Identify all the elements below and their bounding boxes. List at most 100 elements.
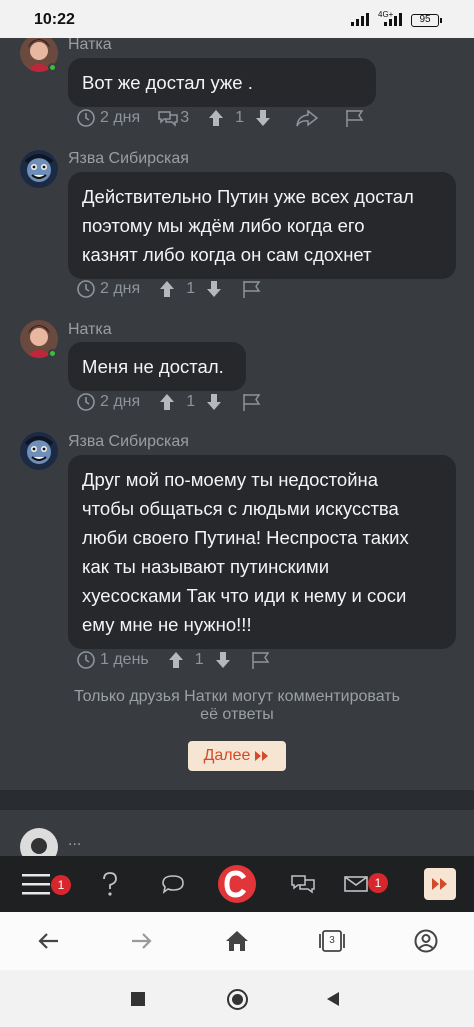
- comment-time: 2 дня: [76, 108, 140, 128]
- share-icon: [296, 109, 319, 127]
- clock-icon: [77, 651, 95, 669]
- upvote-button[interactable]: [158, 392, 176, 412]
- comment-time: 2 дня: [76, 279, 140, 299]
- report-button[interactable]: [241, 392, 263, 412]
- home-logo-button[interactable]: [216, 856, 258, 912]
- double-arrow-right-icon: [255, 751, 269, 761]
- site-logo-icon: [218, 865, 256, 903]
- fast-forward-button[interactable]: [423, 856, 457, 912]
- comment-bubble: Друг мой по-моему ты недостойна чтобы об…: [68, 455, 456, 649]
- comment-actions: 2 дня 3 1: [76, 105, 376, 131]
- account-icon: [414, 929, 438, 953]
- comment-text-line: ему мне не нужно!!!: [82, 614, 252, 635]
- comment-time: 1 день: [76, 650, 149, 670]
- comment-bubble: Вот же достал уже .: [68, 58, 376, 107]
- upvote-button[interactable]: [158, 279, 176, 299]
- profile-button[interactable]: [408, 912, 444, 970]
- more-button-label: Далее: [203, 747, 251, 764]
- comment-bubble: Меня не достал.: [68, 342, 246, 391]
- arrow-down-icon: [207, 394, 222, 410]
- online-indicator: [48, 63, 57, 72]
- avatar[interactable]: [20, 432, 58, 470]
- avatar[interactable]: [20, 150, 58, 188]
- status-time: 10:22: [34, 11, 75, 28]
- comment-author[interactable]: Натка: [68, 38, 112, 54]
- fast-forward-box: [424, 868, 456, 900]
- questions-button[interactable]: [92, 856, 128, 912]
- home-button[interactable]: [219, 912, 255, 970]
- comment-actions: 1 день 1: [76, 647, 282, 673]
- comment-author[interactable]: Натка: [68, 321, 112, 339]
- double-arrow-right-icon: [432, 878, 447, 890]
- comment-text-line: Друг мой по-моему ты недостойна: [82, 469, 379, 490]
- wifi-signal-icon: [351, 13, 369, 26]
- comment-text-line: казнят либо когда он сам сдохнет: [82, 244, 372, 265]
- share-button[interactable]: [294, 108, 320, 128]
- report-button[interactable]: [241, 279, 263, 299]
- comment-actions: 2 дня 1: [76, 276, 273, 302]
- home-icon: [226, 931, 248, 951]
- downvote-button[interactable]: [205, 392, 223, 412]
- battery-level: 95: [419, 14, 431, 25]
- app-bottom-bar: 1 1: [0, 856, 474, 912]
- comment-actions: 2 дня 1: [76, 389, 273, 415]
- back-triangle-icon[interactable]: [325, 991, 341, 1007]
- more-button[interactable]: Далее: [188, 741, 286, 771]
- upvote-button[interactable]: [207, 108, 225, 128]
- next-post-author[interactable]: ...: [68, 832, 81, 850]
- downvote-button[interactable]: [205, 279, 223, 299]
- comments-button[interactable]: [153, 856, 193, 912]
- reply-bubbles-icon: [158, 111, 178, 127]
- system-nav-bar: [0, 970, 474, 1027]
- upvote-button[interactable]: [167, 650, 185, 670]
- comment-text: Вот же достал уже .: [82, 72, 253, 93]
- arrow-right-icon: [132, 933, 152, 949]
- rating-value: 1: [235, 109, 244, 126]
- arrow-up-icon: [168, 652, 183, 668]
- report-button[interactable]: [344, 108, 366, 128]
- home-circle-icon[interactable]: [227, 989, 248, 1010]
- arrow-down-icon: [207, 281, 222, 297]
- flag-icon: [243, 394, 261, 411]
- forward-button[interactable]: [124, 912, 160, 970]
- arrow-up-icon: [160, 281, 175, 297]
- hamburger-menu-icon: [22, 874, 50, 895]
- cell-signal-icon: [384, 13, 402, 26]
- browser-nav-bar: 3: [0, 912, 474, 970]
- clock-icon: [77, 393, 95, 411]
- tabs-button[interactable]: 3: [314, 912, 350, 970]
- chats-button[interactable]: [283, 856, 323, 912]
- flag-icon: [346, 110, 364, 127]
- online-indicator: [48, 349, 57, 358]
- comment-text-line: чтобы общаться с людьми искусства: [82, 498, 399, 519]
- question-mark-icon: [103, 872, 117, 896]
- arrow-up-icon: [209, 110, 224, 126]
- comment-text-line: как ты называют путинскими: [82, 556, 330, 577]
- report-button[interactable]: [250, 650, 272, 670]
- comment-text-line: люби своего Путина! Неспроста таких: [82, 527, 409, 548]
- battery-indicator: 95: [411, 14, 442, 27]
- section-divider: [0, 790, 474, 810]
- status-bar: 10:22 4G+ 95: [0, 0, 474, 38]
- comment-author[interactable]: Язва Сибирская: [68, 433, 189, 451]
- comment-author[interactable]: Язва Сибирская: [68, 150, 189, 168]
- back-button[interactable]: [30, 912, 66, 970]
- menu-badge: 1: [51, 875, 71, 895]
- rating-value: 1: [186, 280, 196, 297]
- comment-text-line: хуесосками Так что иди к нему и соси: [82, 585, 407, 606]
- downvote-button[interactable]: [214, 650, 232, 670]
- comment-text-line: Действительно Путин уже всех достал: [82, 186, 414, 207]
- arrow-down-icon: [215, 652, 230, 668]
- comment-text-line: поэтому мы ждём либо когда его: [82, 215, 365, 236]
- tabs-icon: 3: [319, 930, 345, 952]
- recents-icon[interactable]: [131, 992, 145, 1006]
- chat-bubbles-icon: [291, 875, 315, 894]
- reply-count-button[interactable]: 3: [156, 108, 189, 128]
- clock-icon: [77, 280, 95, 298]
- clock-icon: [77, 109, 95, 127]
- tabs-count: 3: [329, 935, 335, 946]
- comments-feed[interactable]: Натка Вот же достал уже . 2 дня 3 1 Язва…: [0, 38, 474, 790]
- flag-icon: [251, 652, 270, 669]
- comment-bubble: Действительно Путин уже всех достал поэт…: [68, 172, 456, 279]
- downvote-button[interactable]: [254, 108, 272, 128]
